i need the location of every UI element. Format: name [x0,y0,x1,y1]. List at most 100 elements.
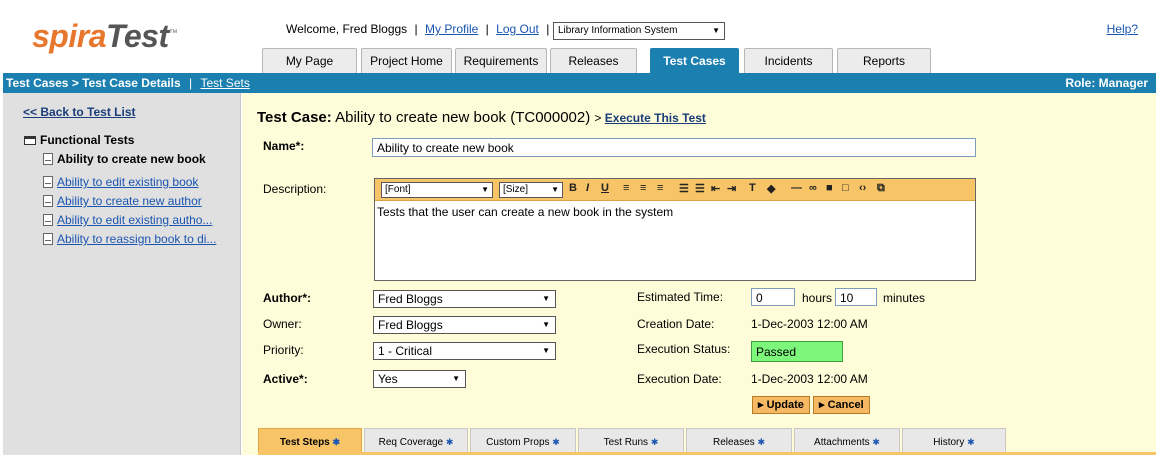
tab-attachments[interactable]: Attachments ✱ [794,428,900,455]
chevron-down-icon: ▼ [452,374,460,383]
test-case-icon [43,195,53,207]
tab-my-page[interactable]: My Page [262,48,357,73]
dot-icon: ✱ [872,437,880,447]
fullscreen-icon[interactable]: ⧉ [877,182,885,195]
folder-open-icon [24,136,36,145]
owner-label: Owner: [263,317,302,331]
tab-project-home[interactable]: Project Home [361,48,452,73]
tab-requirements[interactable]: Requirements [455,48,547,73]
welcome-bar: Welcome, Fred Bloggs | My Profile | Log … [286,22,550,36]
tab-releases[interactable]: Releases [550,48,637,73]
text-color-icon[interactable]: T [749,182,756,194]
help-link[interactable]: Help? [1107,22,1138,36]
tab-test-runs[interactable]: Test Runs ✱ [578,428,684,455]
welcome-text: Welcome, Fred Bloggs [286,22,408,36]
minutes-label: minutes [883,291,926,305]
tab-custom-props[interactable]: Custom Props ✱ [470,428,576,455]
ordered-list-icon[interactable]: ☰ [679,182,689,195]
active-select[interactable]: Yes ▼ [373,370,466,388]
execution-date-label: Execution Date: [637,372,722,386]
estimated-time-label: Estimated Time: [637,290,724,304]
bold-icon[interactable]: B [569,182,577,194]
chevron-down-icon: ▼ [542,320,550,329]
size-select[interactable]: [Size] ▼ [499,182,563,198]
font-select[interactable]: [Font] ▼ [381,182,493,198]
chevron-down-icon: ▼ [542,294,550,303]
estimated-hours-input[interactable]: 0 [751,288,795,306]
test-case-icon [43,214,53,226]
page-title: Test Case: Ability to create new book (T… [257,109,706,126]
test-sets-link[interactable]: Test Sets [200,76,249,90]
tree-item-create-book[interactable]: Ability to create new book [43,152,206,166]
estimated-minutes-input[interactable]: 10 [835,288,877,306]
author-select[interactable]: Fred Bloggs ▼ [373,290,556,308]
tree-item-create-author[interactable]: Ability to create new author [43,194,202,208]
chevron-down-icon: ▼ [712,26,720,35]
log-out-link[interactable]: Log Out [496,22,539,36]
update-button[interactable]: ▸ Update [752,396,810,414]
test-case-icon [43,153,53,165]
priority-select[interactable]: 1 - Critical ▼ [373,342,556,360]
dot-icon: ✱ [650,437,659,447]
dot-icon: ✱ [445,437,454,447]
align-center-icon[interactable]: ≡ [640,182,646,194]
tab-reports[interactable]: Reports [837,48,931,73]
name-input[interactable]: Ability to create new book [372,138,976,157]
horizontal-rule-icon[interactable]: — [791,182,802,194]
bullet-list-icon[interactable]: ☰ [695,182,705,195]
description-editor[interactable]: [Font] ▼ [Size] ▼ B I U ≡ ≡ ≡ ☰ ☰ ⇤ ⇥ T … [374,178,976,281]
tree-item-edit-book[interactable]: Ability to edit existing book [43,175,198,189]
tree-item-reassign-book[interactable]: Ability to reassign book to di... [43,232,216,246]
dot-icon: ✱ [967,437,975,447]
table-icon[interactable]: □ [842,182,849,194]
breadcrumb-bar: Test Cases > Test Case Details | Test Se… [3,73,1156,93]
tab-incidents[interactable]: Incidents [744,48,833,73]
tab-test-cases[interactable]: Test Cases [650,48,739,73]
dot-icon: ✱ [757,437,766,447]
outdent-icon[interactable]: ⇤ [711,182,720,195]
folder-functional-tests[interactable]: Functional Tests [24,133,134,147]
link-icon[interactable]: ∞ [809,182,817,194]
priority-label: Priority: [263,343,304,357]
execution-status-badge: Passed [751,341,843,362]
image-icon[interactable]: ■ [826,182,833,194]
dot-icon: ✱ [332,437,341,447]
back-to-test-list-link[interactable]: << Back to Test List [23,105,135,119]
source-code-icon[interactable]: ‹› [859,182,866,194]
underline-icon[interactable]: U [601,182,609,194]
creation-date-value: 1-Dec-2003 12:00 AM [751,317,868,331]
cancel-button[interactable]: ▸ Cancel [813,396,870,414]
description-text: Tests that the user can create a new boo… [377,205,674,219]
tab-test-steps[interactable]: Test Steps ✱ [258,428,362,455]
test-case-icon [43,176,53,188]
name-label: Name*: [263,139,305,153]
tab-releases-detail[interactable]: Releases ✱ [686,428,792,455]
spiratest-logo[interactable]: spiraTest™ [32,18,178,55]
align-left-icon[interactable]: ≡ [623,182,629,194]
chevron-down-icon: ▼ [542,346,550,355]
app-header: spiraTest™ Welcome, Fred Bloggs | My Pro… [0,0,1156,73]
hours-label: hours [802,291,833,305]
project-select[interactable]: Library Information System ▼ [553,22,725,40]
italic-icon[interactable]: I [586,182,589,194]
align-right-icon[interactable]: ≡ [657,182,663,194]
dot-icon: ✱ [552,437,560,447]
breadcrumb: Test Cases > Test Case Details | Test Se… [6,76,250,90]
highlight-icon[interactable]: ◆ [767,182,775,195]
chevron-down-icon: ▼ [481,185,489,194]
creation-date-label: Creation Date: [637,317,715,331]
execution-status-label: Execution Status: [637,342,731,356]
tree-item-edit-author[interactable]: Ability to edit existing autho... [43,213,212,227]
tab-req-coverage[interactable]: Req Coverage ✱ [364,428,468,455]
active-label: Active*: [263,372,308,386]
my-profile-link[interactable]: My Profile [425,22,478,36]
editor-toolbar: [Font] ▼ [Size] ▼ B I U ≡ ≡ ≡ ☰ ☰ ⇤ ⇥ T … [375,179,975,201]
test-case-icon [43,233,53,245]
indent-icon[interactable]: ⇥ [727,182,736,195]
chevron-down-icon: ▼ [551,185,559,194]
owner-select[interactable]: Fred Bloggs ▼ [373,316,556,334]
role-label: Role: Manager [1065,76,1148,90]
tab-history[interactable]: History ✱ [902,428,1006,455]
execute-test-link[interactable]: Execute This Test [605,111,706,125]
execution-date-value: 1-Dec-2003 12:00 AM [751,372,868,386]
